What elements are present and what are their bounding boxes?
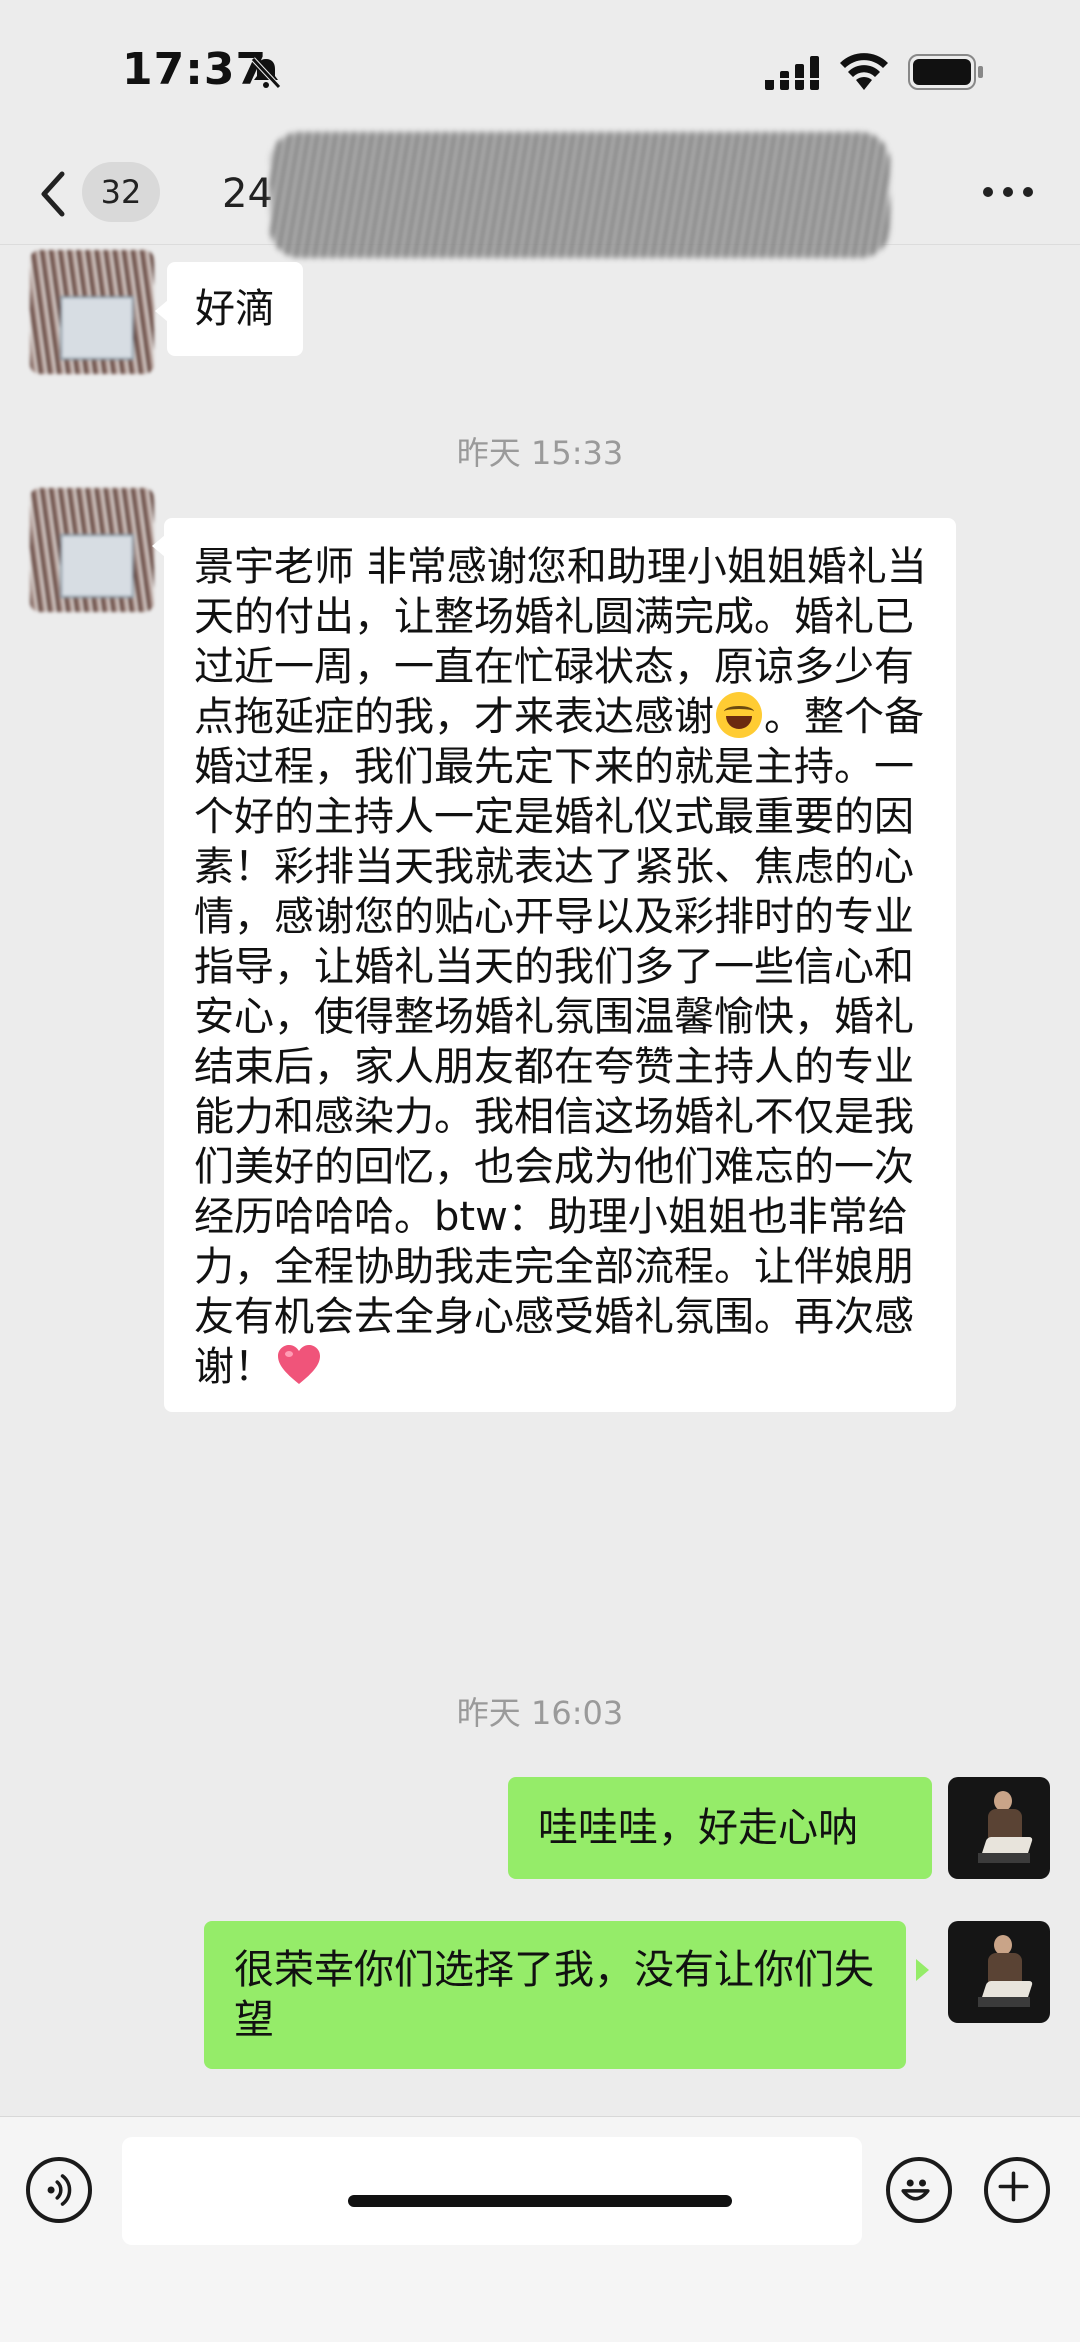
input-bar [0,2116,1080,2342]
battery-icon [908,54,983,90]
chat-header: 32 24 [0,132,1080,258]
bubble-tail [916,1959,929,1981]
bubble-tail [916,1815,929,1837]
home-indicator[interactable] [348,2195,732,2207]
title-redaction-scribble [270,132,890,258]
more-dots-icon[interactable] [980,180,1036,204]
message-text: 哇哇哇，好走心呐 [538,1805,858,1851]
plus-icon[interactable] [984,2157,1050,2223]
back-arrow-icon[interactable] [34,164,74,224]
contact-avatar[interactable] [30,250,154,374]
my-avatar[interactable] [948,1777,1050,1879]
wifi-icon [840,53,888,90]
contact-avatar[interactable] [30,488,154,612]
bell-muted-icon [251,57,281,89]
emoji-icon[interactable] [886,2157,952,2223]
status-time: 17:37 [122,44,268,95]
message-bubble-outgoing[interactable]: 哇哇哇，好走心呐 [508,1777,932,1879]
message-input[interactable] [122,2137,862,2245]
status-bar: 17:37 [0,0,1080,150]
chat-title: 24 [222,171,273,217]
signal-icon [765,56,819,90]
message-timestamp: 昨天 15:33 [456,434,624,472]
message-text: 很荣幸你们选择了我，没有让你们失望 [234,1947,874,2043]
message-bubble-outgoing[interactable]: 很荣幸你们选择了我，没有让你们失望 [204,1921,906,2069]
unread-count-badge[interactable]: 32 [82,162,160,222]
message-text-part-2: 。整个备婚过程，我们最先定下来的就是主持。一个好的主持人一定是婚礼仪式最重要的因… [194,694,924,1390]
message-timestamp: 昨天 16:03 [456,1694,624,1732]
voice-icon[interactable] [26,2157,92,2223]
my-avatar[interactable] [948,1921,1050,2023]
message-text: 好滴 [195,286,275,332]
message-text: 景宇老师 非常感谢您和助理小姐姐婚礼当天的付出，让整场婚礼圆满完成。婚礼已过近一… [194,542,928,1392]
message-bubble-incoming[interactable]: 好滴 [167,262,303,356]
laughing-crying-emoji-icon [716,692,762,738]
heart-emoji-icon [278,1345,320,1384]
message-bubble-incoming[interactable]: 景宇老师 非常感谢您和助理小姐姐婚礼当天的付出，让整场婚礼圆满完成。婚礼已过近一… [164,518,956,1412]
